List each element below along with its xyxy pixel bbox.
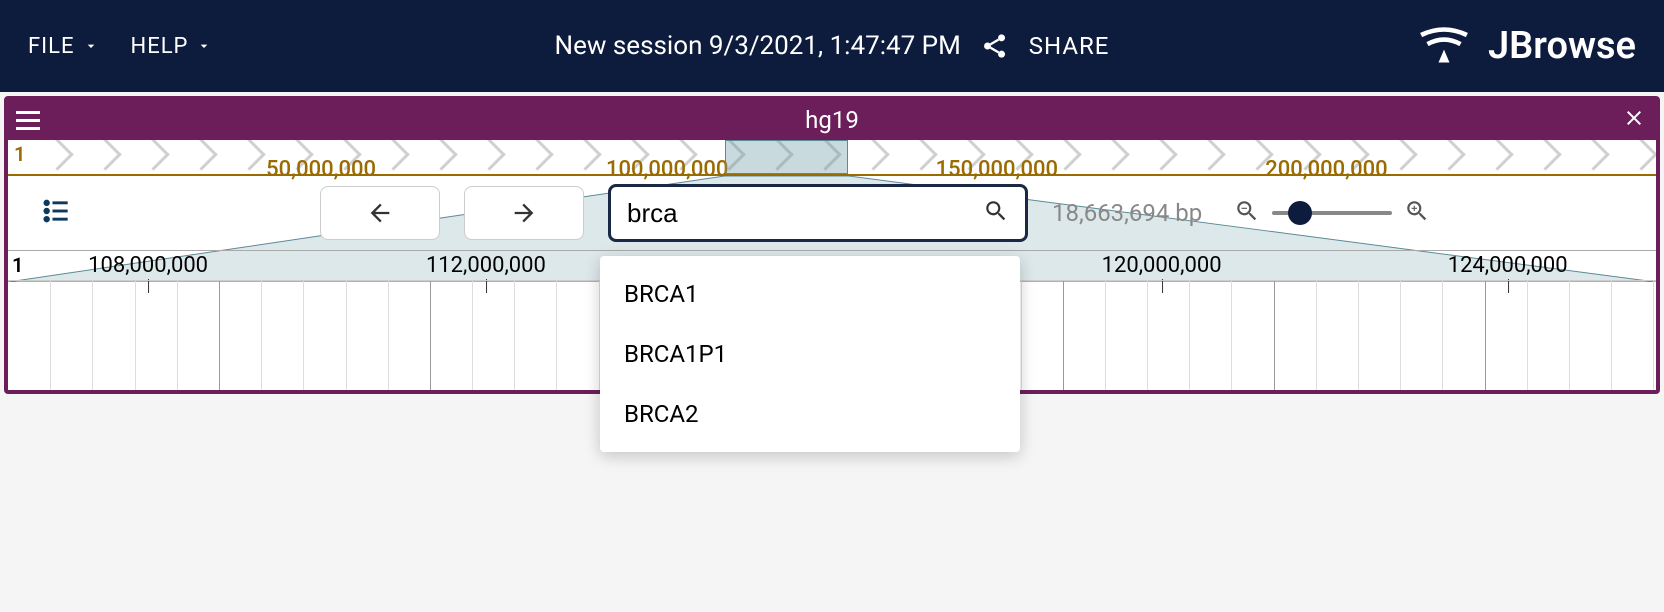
- autocomplete-item[interactable]: BRCA2: [600, 384, 1020, 444]
- search-icon[interactable]: [983, 198, 1009, 228]
- brand-name: JBrowse: [1488, 24, 1636, 68]
- arrow-left-icon: [366, 199, 394, 227]
- zoom-in-icon: [1404, 198, 1430, 224]
- close-icon: [1622, 106, 1646, 130]
- view-header: hg19: [8, 100, 1656, 140]
- detail-chr-label: 1: [12, 253, 23, 277]
- jbrowse-logo-icon: [1416, 24, 1472, 68]
- view-menu-button[interactable]: [8, 111, 48, 130]
- top-app-bar: FILE HELP New session 9/3/2021, 1:47:47 …: [0, 0, 1664, 92]
- session-title: New session 9/3/2021, 1:47:47 PM: [555, 31, 961, 61]
- detail-tick: 108,000,000: [88, 253, 208, 278]
- arrow-right-icon: [510, 199, 538, 227]
- chevron-down-icon: [83, 38, 99, 54]
- zoom-out-icon: [1234, 198, 1260, 224]
- track-selector-button[interactable]: [40, 197, 72, 229]
- close-view-button[interactable]: [1622, 106, 1646, 134]
- search-autocomplete-dropdown: BRCA1BRCA1P1BRCA2: [600, 256, 1020, 452]
- help-menu[interactable]: HELP: [131, 34, 213, 59]
- share-label: SHARE: [1029, 32, 1110, 60]
- basepair-span-label: 18,663,694 bp: [1052, 199, 1202, 227]
- chromosome-label: 1: [14, 142, 25, 166]
- assembly-name: hg19: [805, 106, 859, 134]
- zoom-controls: [1234, 198, 1430, 228]
- chevron-down-icon: [196, 38, 212, 54]
- file-menu[interactable]: FILE: [28, 34, 99, 59]
- session-area: New session 9/3/2021, 1:47:47 PM SHARE: [555, 31, 1110, 61]
- share-icon: [981, 32, 1009, 60]
- detail-tick: 124,000,000: [1448, 253, 1568, 278]
- detail-tick: 120,000,000: [1102, 253, 1222, 278]
- zoom-slider[interactable]: [1272, 211, 1392, 215]
- file-menu-label: FILE: [28, 34, 75, 59]
- menu-group: FILE HELP: [28, 34, 212, 59]
- help-menu-label: HELP: [131, 34, 189, 59]
- overview-highlight[interactable]: [725, 140, 849, 174]
- autocomplete-item[interactable]: BRCA1: [600, 264, 1020, 324]
- location-search-box[interactable]: [608, 184, 1028, 242]
- zoom-out-button[interactable]: [1234, 198, 1260, 228]
- zoom-in-button[interactable]: [1404, 198, 1430, 228]
- search-input[interactable]: [627, 198, 983, 229]
- nav-forward-button[interactable]: [464, 186, 584, 240]
- list-icon: [40, 197, 72, 225]
- zoom-slider-thumb[interactable]: [1288, 201, 1312, 225]
- autocomplete-item[interactable]: BRCA1P1: [600, 324, 1020, 384]
- nav-back-button[interactable]: [320, 186, 440, 240]
- navigation-toolbar: 18,663,694 bp: [8, 176, 1656, 250]
- brand-logo: JBrowse: [1416, 24, 1636, 68]
- detail-tick: 112,000,000: [426, 253, 546, 278]
- share-button[interactable]: SHARE: [1029, 32, 1110, 60]
- overview-ruler[interactable]: 1 50,000,000100,000,000150,000,000200,00…: [8, 140, 1656, 176]
